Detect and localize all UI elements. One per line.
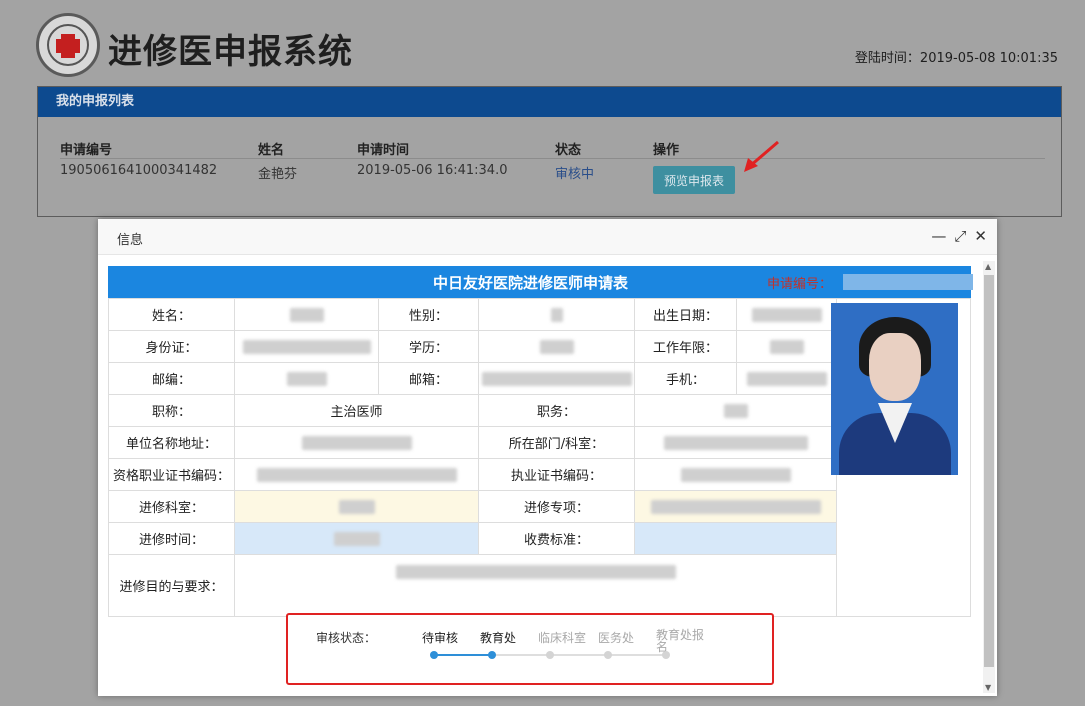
application-number-value: [843, 274, 973, 290]
value-department: [635, 427, 837, 459]
audit-status-panel: 审核状态： 待审核 教育处 临床科室 医务处 教育处报名: [286, 613, 774, 685]
hospital-logo-icon: [36, 13, 100, 77]
value-study-dept: [235, 491, 479, 523]
label-email: 邮箱：: [379, 363, 479, 395]
value-license-cert: [635, 459, 837, 491]
step-clinical-dept: 临床科室: [538, 631, 587, 645]
application-number-label: 申请编号：: [767, 277, 833, 292]
maximize-icon[interactable]: ⤢: [954, 227, 966, 245]
label-id-card: 身份证：: [109, 331, 235, 363]
form-header: 中日友好医院进修医师申请表 申请编号：: [108, 266, 973, 298]
applicant-photo: [831, 303, 958, 475]
step-connector: [492, 654, 666, 656]
label-work-years: 工作年限：: [635, 331, 737, 363]
step-dot: [430, 651, 438, 659]
label-study-major: 进修专项：: [479, 491, 635, 523]
row-time: 2019-05-06 16:41:34.0: [357, 163, 508, 178]
red-arrow-icon: [744, 140, 779, 172]
value-postcode: [235, 363, 379, 395]
value-position: [635, 395, 837, 427]
label-postcode: 邮编：: [109, 363, 235, 395]
step-medical-office: 医务处: [598, 631, 635, 645]
app-title: 进修医申报系统: [108, 32, 353, 72]
row-status[interactable]: 审核中: [555, 163, 594, 182]
step-connector: [434, 654, 492, 656]
label-fee: 收费标准：: [479, 523, 635, 555]
dialog-titlebar: 信息 — ⤢ ✕: [98, 219, 997, 255]
col-header-id: 申请编号: [60, 143, 113, 158]
list-title: 我的申报列表: [38, 87, 1061, 117]
col-header-status: 状态: [555, 143, 582, 158]
col-header-action: 操作: [653, 143, 680, 158]
info-dialog: 信息 — ⤢ ✕ 中日友好医院进修医师申请表 申请编号： 姓名： 性别： 出生日…: [98, 219, 997, 696]
label-birth: 出生日期：: [635, 299, 737, 331]
value-phone: [737, 363, 837, 395]
value-gender: [479, 299, 635, 331]
dialog-title: 信息: [117, 233, 144, 248]
label-phone: 手机：: [635, 363, 737, 395]
audit-status-label: 审核状态：: [316, 631, 377, 645]
step-dot: [488, 651, 496, 659]
label-title: 职称：: [109, 395, 235, 427]
label-license-cert: 执业证书编码：: [479, 459, 635, 491]
application-list-panel: 我的申报列表 申请编号 姓名 申请时间 状态 操作 19050616410003…: [37, 86, 1062, 217]
label-study-time: 进修时间：: [109, 523, 235, 555]
scroll-down-icon[interactable]: ▼: [985, 683, 991, 692]
step-dot: [604, 651, 612, 659]
close-icon[interactable]: ✕: [974, 227, 987, 245]
scroll-thumb[interactable]: [984, 275, 994, 667]
value-email: [479, 363, 635, 395]
label-name: 姓名：: [109, 299, 235, 331]
label-department: 所在部门/科室：: [479, 427, 635, 459]
row-name: 金艳芬: [258, 167, 298, 182]
value-name: [235, 299, 379, 331]
step-dot: [662, 651, 670, 659]
step-dot: [546, 651, 554, 659]
value-study-major: [635, 491, 837, 523]
step-pending-review: 待审核: [422, 631, 459, 645]
value-work-years: [737, 331, 837, 363]
login-time: 登陆时间：2019-05-08 10:01:35: [854, 51, 1058, 66]
form-title: 中日友好医院进修医师申请表: [433, 274, 629, 292]
minimize-icon[interactable]: —: [931, 227, 946, 245]
row-id: 1905061641000341482: [60, 163, 218, 178]
label-education: 学历：: [379, 331, 479, 363]
application-table: 申请编号 姓名 申请时间 状态 操作 1905061641000341482 金…: [60, 135, 1045, 183]
col-header-name: 姓名: [258, 143, 285, 158]
label-qual-cert: 资格职业证书编码：: [109, 459, 235, 491]
scroll-up-icon[interactable]: ▲: [985, 262, 991, 271]
label-study-dept: 进修科室：: [109, 491, 235, 523]
label-unit-address: 单位名称地址：: [109, 427, 235, 459]
value-birth: [737, 299, 837, 331]
label-position: 职务：: [479, 395, 635, 427]
label-purpose: 进修目的与要求：: [109, 555, 235, 617]
dialog-scrollbar[interactable]: ▲ ▼: [983, 261, 995, 693]
value-purpose: [235, 555, 837, 617]
value-qual-cert: [235, 459, 479, 491]
table-row: 1905061641000341482 金艳芬 2019-05-06 16:41…: [60, 159, 1045, 183]
value-fee: [635, 523, 837, 555]
col-header-time: 申请时间: [357, 143, 410, 158]
table-header-row: 申请编号 姓名 申请时间 状态 操作: [60, 135, 1045, 159]
step-education-office: 教育处: [480, 631, 517, 645]
value-education: [479, 331, 635, 363]
step-education-registration: 教育处报名: [656, 628, 705, 654]
value-id-card: [235, 331, 379, 363]
preview-application-button[interactable]: 预览申报表: [653, 166, 735, 194]
value-unit-address: [235, 427, 479, 459]
value-title: 主治医师: [235, 395, 479, 427]
value-study-time: [235, 523, 479, 555]
label-gender: 性别：: [379, 299, 479, 331]
